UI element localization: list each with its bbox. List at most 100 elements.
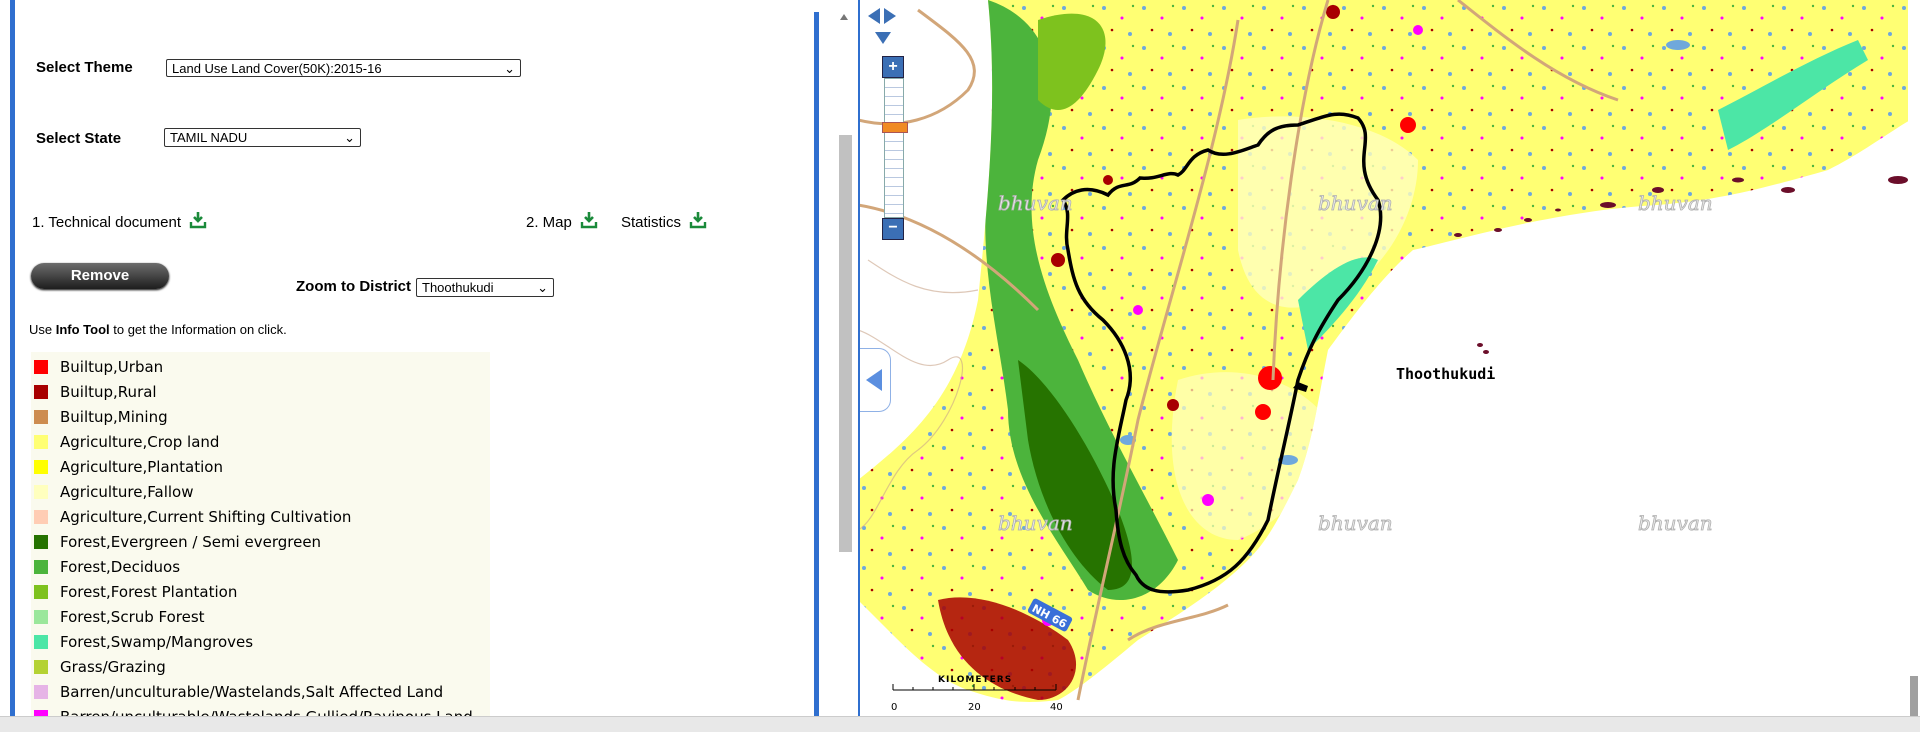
legend-swatch	[34, 584, 48, 599]
zoom-district-label: Zoom to District	[296, 278, 411, 295]
legend-label: Grass/Grazing	[60, 657, 166, 676]
theme-label: Select Theme	[36, 59, 133, 76]
legend-swatch	[34, 434, 48, 449]
legend-item: Forest,Evergreen / Semi evergreen	[31, 529, 490, 554]
theme-select[interactable]: Land Use Land Cover(50K):2015-16 ⌄	[166, 59, 521, 77]
panel-scrollbar[interactable]	[836, 0, 858, 716]
state-label: Select State	[36, 130, 122, 147]
legend-item: Barren/unculturable/Wastelands,Salt Affe…	[31, 679, 490, 704]
legend-box: Builtup,Urban Builtup,Rural Builtup,Mining…	[31, 352, 490, 716]
legend-item: Forest,Forest Plantation	[31, 579, 490, 604]
pan-control[interactable]	[868, 2, 898, 46]
legend-swatch	[34, 409, 48, 424]
zoom-control[interactable]: + −	[882, 56, 908, 240]
legend-item: Agriculture,Plantation	[31, 454, 490, 479]
map-view[interactable]: bhuvan bhuvan bhuvan bhuvan bhuvan bhuva…	[858, 0, 1920, 716]
chevron-down-icon: ⌄	[504, 61, 515, 76]
watermark-text: bhuvan	[1318, 511, 1393, 535]
legend-item: Agriculture,Current Shifting Cultivation	[31, 504, 490, 529]
download-icon[interactable]	[580, 211, 598, 229]
scale-tick-20: 20	[968, 702, 981, 713]
legend-swatch	[34, 659, 48, 674]
legend-swatch	[34, 534, 48, 549]
legend-swatch	[34, 634, 48, 649]
legend-swatch	[34, 609, 48, 624]
district-select[interactable]: Thoothukudi ⌄	[416, 278, 554, 297]
info-tool-name: Info Tool	[55, 322, 110, 337]
chevron-down-icon: ⌄	[537, 280, 548, 295]
zoom-out-icon[interactable]: −	[882, 218, 904, 240]
statistics-download-link[interactable]: Statistics	[621, 211, 707, 231]
legend-label: Agriculture,Plantation	[60, 457, 223, 476]
scale-tick-40: 40	[1050, 702, 1063, 713]
page-scrollbar-thumb[interactable]	[1910, 676, 1918, 716]
technical-document-label: 1. Technical document	[32, 214, 181, 231]
state-select-value: TAMIL NADU	[170, 130, 248, 145]
district-select-value: Thoothukudi	[422, 280, 494, 295]
horizontal-scrollbar[interactable]	[0, 716, 1920, 732]
map-download-label: 2. Map	[526, 214, 572, 231]
zoom-slider-track[interactable]	[884, 78, 904, 218]
legend-item: Forest,Swamp/Mangroves	[31, 629, 490, 654]
legend-label: Barren/unculturable/Wastelands,Salt Affe…	[60, 682, 444, 701]
control-panel: Select Theme Land Use Land Cover(50K):20…	[26, 0, 816, 716]
legend-list: Builtup,Urban Builtup,Rural Builtup,Mining…	[31, 352, 490, 716]
scrollbar-thumb[interactable]	[839, 135, 852, 552]
watermark-text: bhuvan	[1638, 511, 1713, 535]
legend-item: Builtup,Urban	[31, 354, 490, 379]
legend-item: Builtup,Mining	[31, 404, 490, 429]
technical-document-link[interactable]: 1. Technical document	[32, 211, 207, 231]
map-download-link[interactable]: 2. Map	[526, 211, 598, 231]
scroll-up-arrow-icon[interactable]	[840, 14, 848, 20]
collapse-panel-tab[interactable]	[860, 348, 891, 412]
legend-label: Barren/unculturable/Wastelands,Gullied/R…	[60, 708, 473, 717]
remove-button[interactable]: Remove	[31, 263, 169, 289]
left-border-bar	[10, 0, 15, 716]
pan-left-icon[interactable]	[868, 8, 880, 24]
legend-label: Forest,Deciduos	[60, 557, 181, 576]
legend-label: Forest,Scrub Forest	[60, 607, 205, 626]
land-use-map[interactable]: bhuvan bhuvan bhuvan bhuvan bhuvan bhuva…	[858, 0, 1920, 716]
scale-tick-0: 0	[891, 702, 897, 713]
scale-title: KILOMETERS	[938, 675, 1012, 685]
legend-item: Grass/Grazing	[31, 654, 490, 679]
legend-swatch	[34, 459, 48, 474]
legend-swatch	[34, 559, 48, 574]
watermark-text: bhuvan	[998, 511, 1073, 535]
pan-down-icon[interactable]	[875, 32, 891, 44]
legend-label: Forest,Swamp/Mangroves	[60, 632, 254, 651]
legend-label: Builtup,Rural	[60, 382, 157, 401]
info-hint: Use Info Tool to get the Information on …	[29, 322, 287, 337]
legend-label: Agriculture,Current Shifting Cultivation	[60, 507, 352, 526]
download-icon[interactable]	[689, 211, 707, 229]
watermark-text: bhuvan	[1318, 191, 1393, 215]
legend-item: Builtup,Rural	[31, 379, 490, 404]
legend-swatch	[34, 484, 48, 499]
watermark-text: bhuvan	[998, 191, 1073, 215]
page-scrollbar[interactable]	[1908, 0, 1920, 716]
legend-label: Agriculture,Crop land	[60, 432, 220, 451]
collapse-left-icon[interactable]	[866, 369, 882, 391]
download-icon[interactable]	[189, 211, 207, 229]
legend-label: Forest,Evergreen / Semi evergreen	[60, 532, 322, 551]
legend-swatch	[34, 384, 48, 399]
legend-item: Agriculture,Fallow	[31, 479, 490, 504]
legend-label: Builtup,Mining	[60, 407, 168, 426]
place-label: Thoothukudi	[1396, 365, 1495, 383]
state-select[interactable]: TAMIL NADU ⌄	[164, 128, 361, 147]
legend-item: Forest,Deciduos	[31, 554, 490, 579]
legend-item: Agriculture,Crop land	[31, 429, 490, 454]
statistics-label: Statistics	[621, 214, 682, 231]
legend-label: Builtup,Urban	[60, 357, 164, 376]
legend-label: Agriculture,Fallow	[60, 482, 194, 501]
info-hint-suffix: to get the Information on click.	[109, 322, 287, 337]
watermark-text: bhuvan	[1638, 191, 1713, 215]
legend-item: Forest,Scrub Forest	[31, 604, 490, 629]
pan-right-icon[interactable]	[884, 8, 896, 24]
zoom-in-icon[interactable]: +	[882, 56, 904, 78]
left-panel: Select Theme Land Use Land Cover(50K):20…	[0, 0, 840, 716]
legend-swatch	[34, 684, 48, 699]
zoom-slider-handle[interactable]	[882, 122, 908, 133]
chevron-down-icon: ⌄	[344, 130, 355, 145]
info-hint-prefix: Use	[29, 322, 56, 337]
